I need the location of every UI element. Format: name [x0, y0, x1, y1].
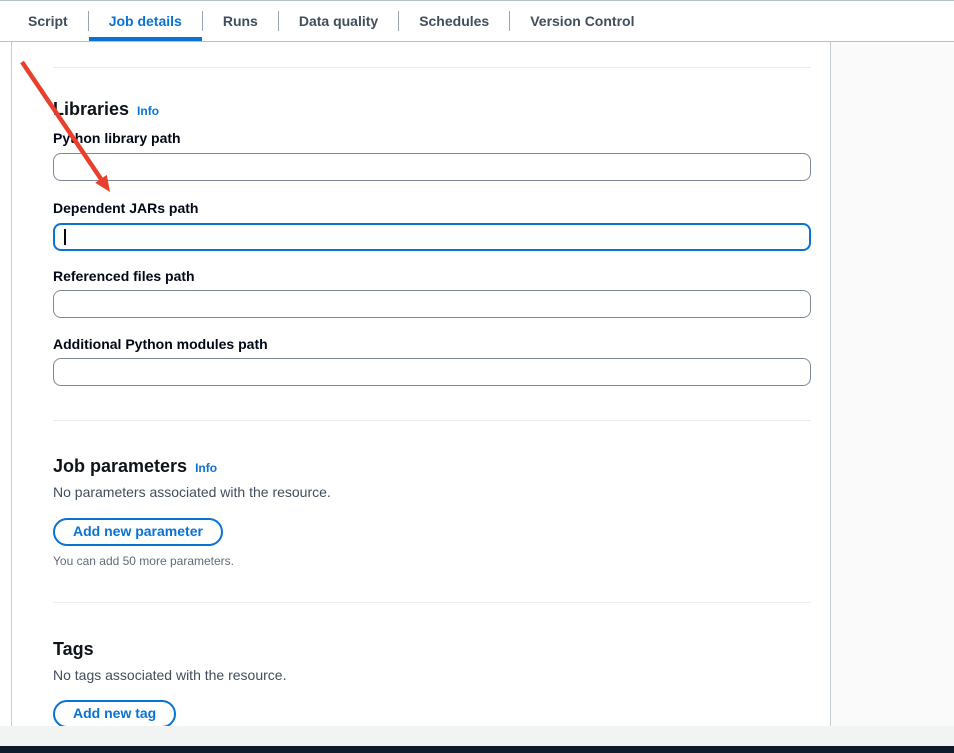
section-divider: [53, 67, 811, 68]
referenced-files-path-label: Referenced files path: [53, 268, 810, 285]
tab-label: Version Control: [530, 13, 634, 29]
job-parameters-empty-text: No parameters associated with the resour…: [53, 483, 810, 501]
section-divider: [53, 420, 811, 421]
additional-python-modules-path-label: Additional Python modules path: [53, 336, 810, 353]
python-library-path-label: Python library path: [53, 130, 810, 147]
tab-label: Schedules: [419, 13, 489, 29]
job-parameters-info-link[interactable]: Info: [195, 461, 217, 475]
tab-label: Job details: [109, 13, 182, 29]
tags-title: Tags: [53, 638, 94, 660]
libraries-info-link[interactable]: Info: [137, 104, 159, 118]
tab-label: Data quality: [299, 13, 378, 29]
dependent-jars-path-input[interactable]: [53, 223, 811, 251]
text-cursor: [64, 229, 66, 245]
tab-schedules[interactable]: Schedules: [399, 1, 509, 41]
job-details-panel: Libraries Info Python library path Depen…: [11, 42, 831, 726]
bottom-strip: [0, 726, 954, 746]
tab-label: Runs: [223, 13, 258, 29]
tab-bar: Script Job details Runs Data quality Sch…: [0, 0, 954, 42]
referenced-files-path-input[interactable]: [53, 290, 811, 318]
add-new-tag-button[interactable]: Add new tag: [53, 700, 176, 726]
libraries-title: Libraries: [53, 98, 129, 120]
dependent-jars-path-label: Dependent JARs path: [53, 200, 810, 217]
tags-empty-text: No tags associated with the resource.: [53, 666, 810, 684]
python-library-path-input[interactable]: [53, 153, 811, 181]
console-footer-bar: [0, 746, 954, 753]
tab-script[interactable]: Script: [8, 1, 88, 41]
tab-data-quality[interactable]: Data quality: [279, 1, 398, 41]
main-content-row: Libraries Info Python library path Depen…: [0, 42, 954, 726]
tab-label: Script: [28, 13, 68, 29]
tags-section: Tags No tags associated with the resourc…: [53, 638, 810, 726]
job-parameters-section: Job parameters Info No parameters associ…: [53, 455, 810, 569]
tab-version-control[interactable]: Version Control: [510, 1, 654, 41]
job-parameters-title: Job parameters: [53, 455, 187, 477]
libraries-section: Libraries Info Python library path Depen…: [53, 98, 810, 386]
tab-runs[interactable]: Runs: [203, 1, 278, 41]
additional-python-modules-path-input[interactable]: [53, 358, 811, 386]
add-new-parameter-button[interactable]: Add new parameter: [53, 518, 223, 546]
section-divider: [53, 602, 811, 603]
job-parameters-helper-text: You can add 50 more parameters.: [53, 554, 810, 569]
active-tab-underline: [89, 37, 202, 41]
tab-job-details[interactable]: Job details: [89, 1, 202, 41]
right-gutter: [831, 42, 954, 726]
